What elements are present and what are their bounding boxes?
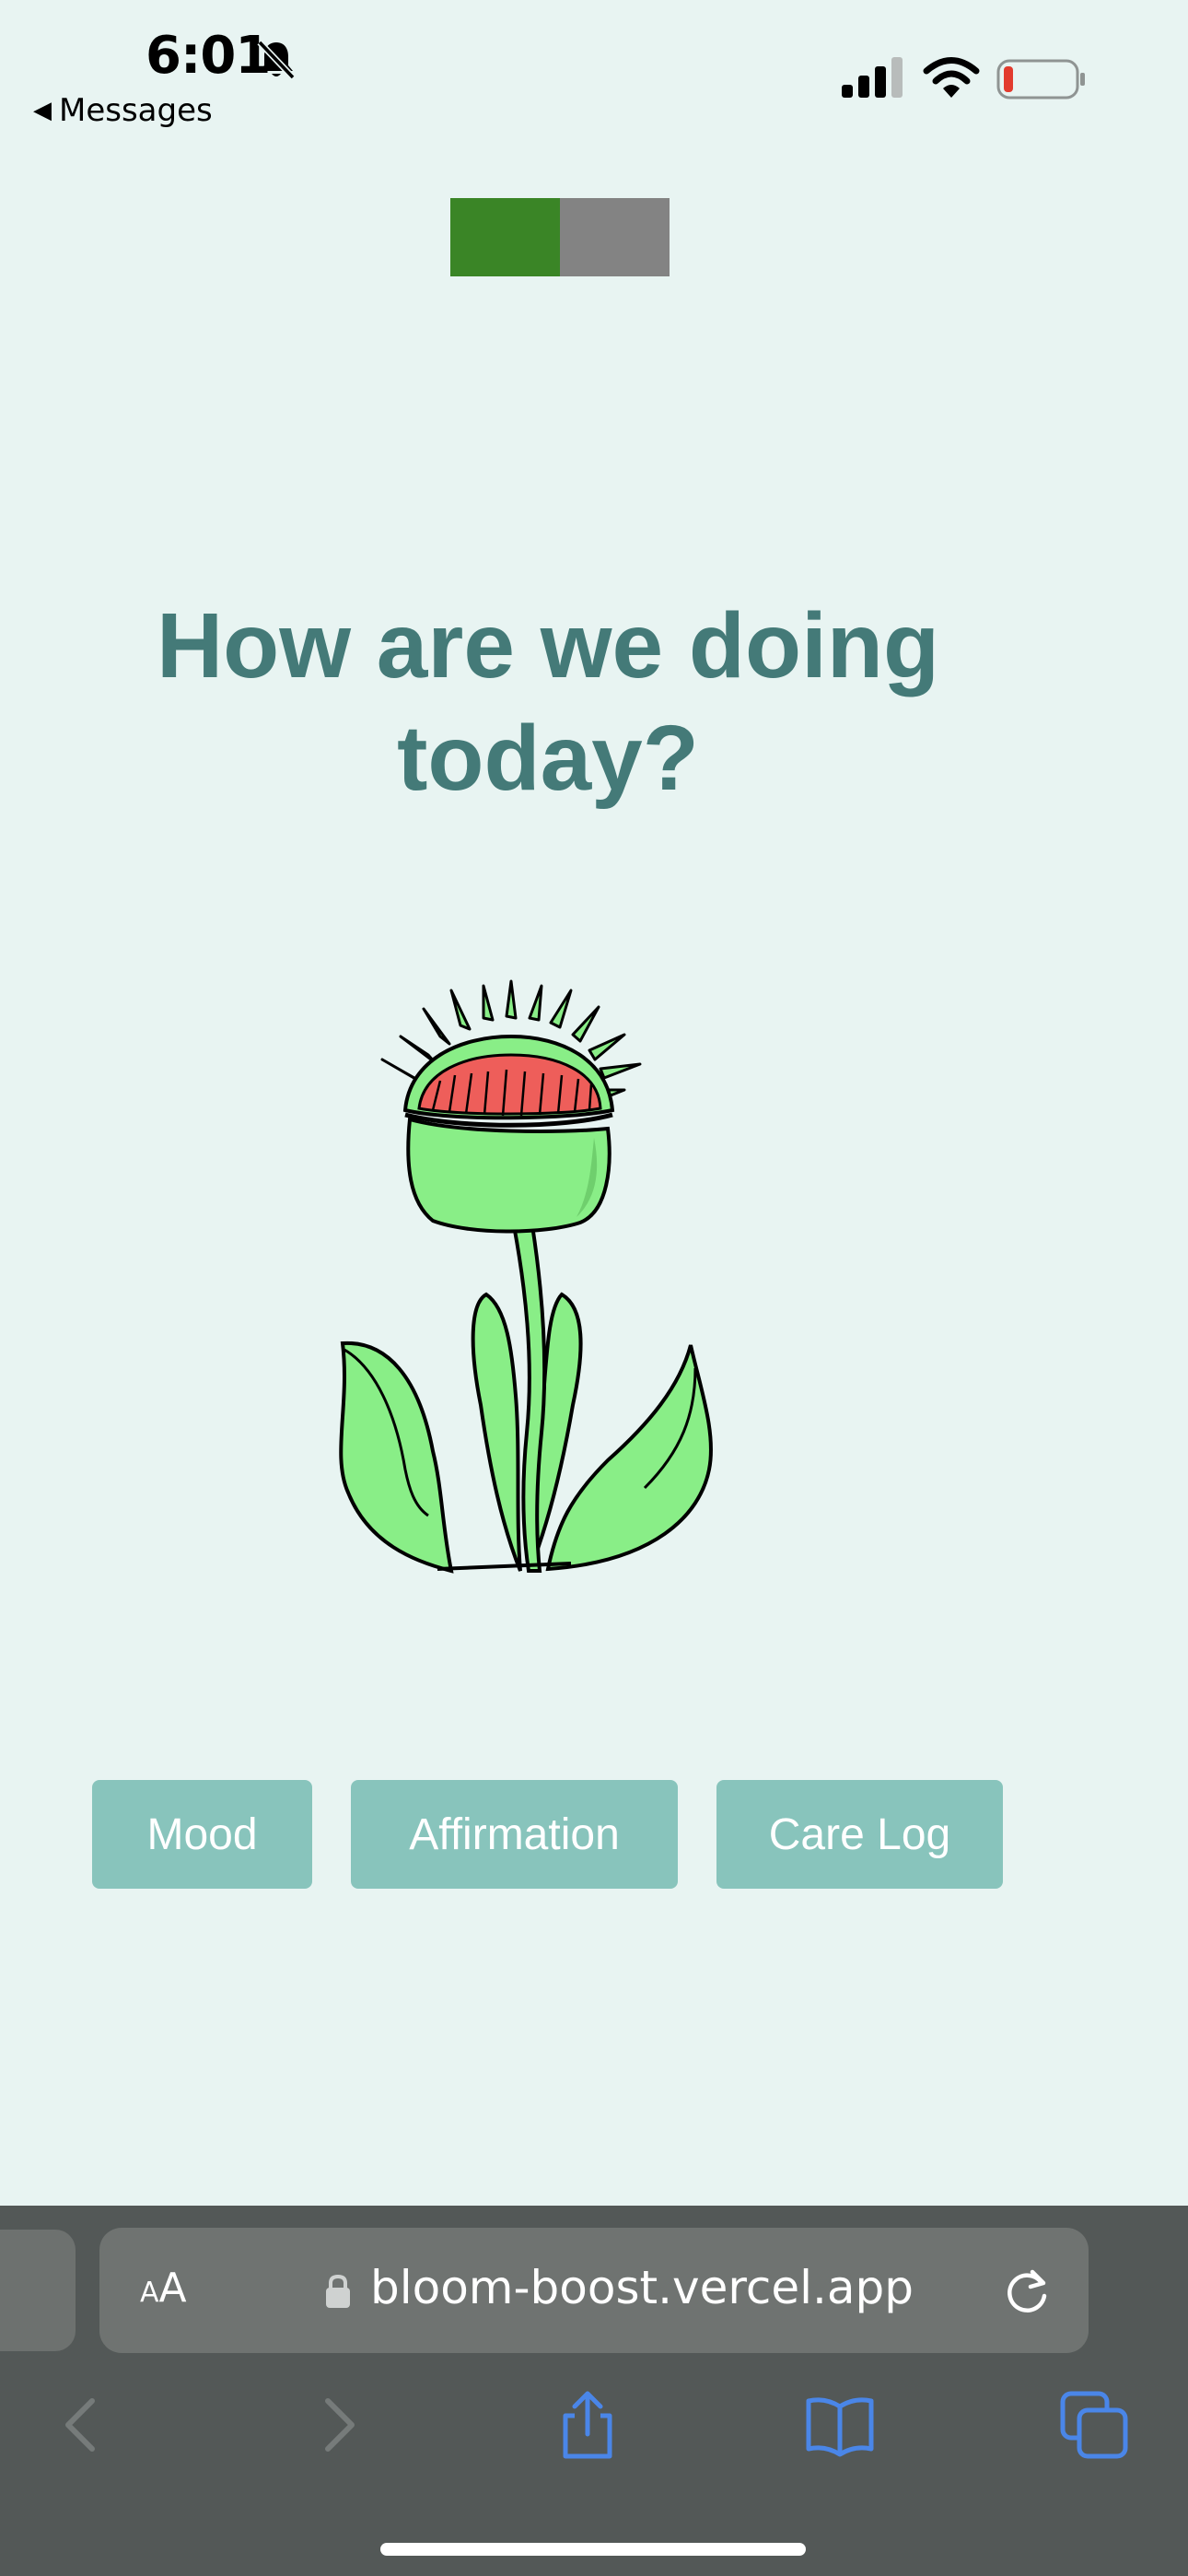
back-link-label: Messages bbox=[59, 92, 213, 129]
lock-icon bbox=[326, 2274, 350, 2308]
bell-slash-icon bbox=[257, 40, 296, 80]
bookmarks-icon[interactable] bbox=[803, 2388, 877, 2462]
status-bar: 6:01 ◀ Messages bbox=[0, 0, 1188, 147]
previous-tab-edge[interactable] bbox=[0, 2230, 76, 2351]
forward-icon[interactable] bbox=[302, 2388, 376, 2462]
page-title: How are we doing today? bbox=[156, 594, 940, 810]
wifi-icon bbox=[923, 57, 980, 98]
back-icon[interactable] bbox=[44, 2388, 118, 2462]
care-log-button[interactable]: Care Log bbox=[716, 1780, 1003, 1889]
battery-low-icon bbox=[996, 59, 1085, 100]
affirmation-button[interactable]: Affirmation bbox=[351, 1780, 678, 1889]
text-size-button[interactable]: AA bbox=[140, 2265, 187, 2312]
status-time: 6:01 bbox=[146, 26, 271, 86]
tabs-icon[interactable] bbox=[1057, 2388, 1131, 2462]
home-indicator[interactable] bbox=[380, 2543, 806, 2556]
progress-fill bbox=[450, 198, 560, 276]
nav-buttons: Mood Affirmation Care Log bbox=[0, 1780, 1188, 1891]
browser-bottom-bar: AA bloom-boost.vercel.app bbox=[0, 2206, 1188, 2576]
cellular-signal-icon bbox=[842, 57, 903, 98]
address-bar[interactable]: AA bloom-boost.vercel.app bbox=[99, 2228, 1089, 2353]
progress-bar bbox=[450, 198, 670, 276]
mood-button[interactable]: Mood bbox=[92, 1780, 312, 1889]
back-triangle-icon: ◀ bbox=[33, 97, 52, 124]
url-text: bloom-boost.vercel.app bbox=[370, 2261, 914, 2314]
share-icon[interactable] bbox=[551, 2388, 624, 2462]
reload-icon[interactable] bbox=[1000, 2265, 1054, 2318]
back-to-messages-link[interactable]: ◀ Messages bbox=[33, 92, 213, 129]
venus-flytrap-illustration bbox=[339, 979, 713, 1574]
